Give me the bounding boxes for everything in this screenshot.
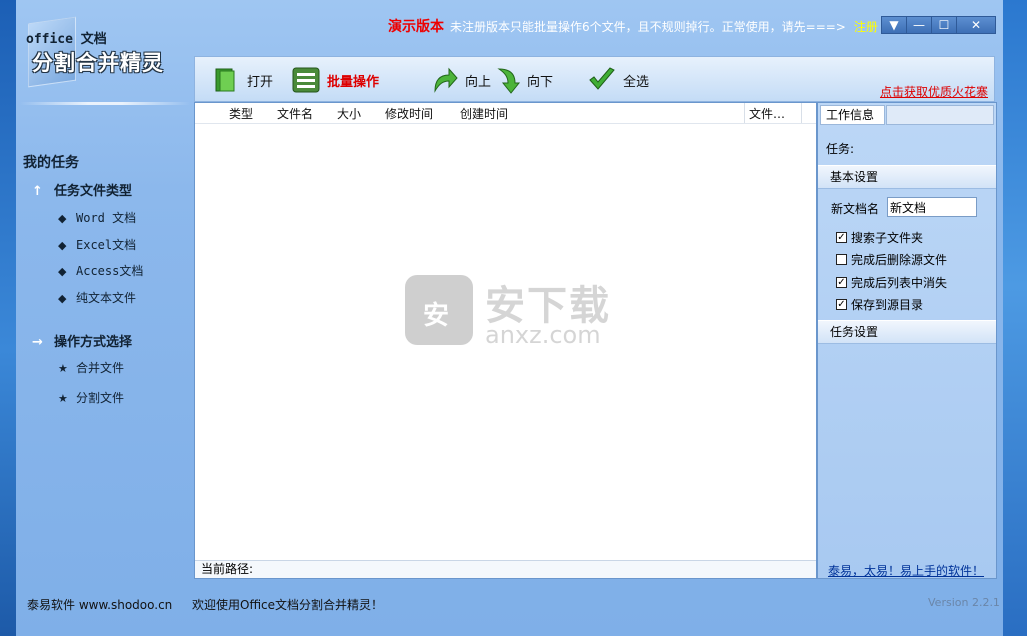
app-window: 演示版本 未注册版本只能批量操作6个文件，且不规则掉行。正常使用，请先===> 注册… [16, 0, 1003, 636]
sidebar-item-label: 分割文件 [76, 391, 125, 405]
sidebar-item-label: Word 文档 [76, 211, 137, 225]
status-bar: 泰易软件 www.shodoo.cn 欢迎使用Office文档分割合并精灵！ V… [16, 584, 1003, 636]
work-info-panel: 工作信息 任务: 基本设置 新文档名 ✓ 搜索子文件夹 完成后删除源文件 ✓ 完成后… [817, 102, 997, 579]
close-button[interactable]: ✕ [956, 16, 996, 34]
new-doc-name-label: 新文档名 [831, 202, 880, 216]
company-text: 泰易软件 www.shodoo.cn [27, 598, 173, 612]
diamond-icon: ◆ [58, 265, 67, 278]
checkbox-box[interactable]: ✓ [836, 277, 847, 288]
demo-message: 未注册版本只能批量操作6个文件，且不规则掉行。正常使用，请先===> [450, 20, 846, 34]
logo-divider [20, 102, 190, 105]
open-button[interactable]: 打开 [211, 65, 273, 95]
watermark: 安下载 anxz.com [405, 265, 635, 365]
checkbox-box[interactable]: ✓ [836, 299, 847, 310]
demo-notice: 演示版本 未注册版本只能批量操作6个文件，且不规则掉行。正常使用，请先===> 注册 [388, 16, 878, 36]
checkmark-icon [587, 65, 617, 95]
up-arrow-icon: ↑ [32, 184, 43, 199]
column-filename[interactable]: 文件名 [277, 105, 313, 122]
checkbox-label: 完成后删除源文件 [851, 253, 948, 267]
checkbox-delete-source[interactable]: 完成后删除源文件 [836, 251, 947, 268]
column-created[interactable]: 创建时间 [460, 105, 508, 122]
diamond-icon: ◆ [58, 212, 67, 225]
checkbox-label: 搜索子文件夹 [851, 231, 924, 245]
sidebar-item-word[interactable]: ◆ Word 文档 [58, 209, 136, 226]
minimize-button[interactable]: — [906, 16, 932, 34]
sidebar-group-label: 任务文件类型 [54, 184, 133, 199]
checkbox-search-subfolders[interactable]: ✓ 搜索子文件夹 [836, 229, 923, 246]
arrow-up-icon [429, 65, 459, 95]
desktop-background-right [1003, 0, 1027, 636]
app-logo: office 文档 分割合并精灵 [20, 16, 190, 106]
current-path-label: 当前路径: [201, 562, 254, 576]
menu-dropdown-button[interactable]: ▼ [881, 16, 907, 34]
column-file-extra[interactable]: 文件… [749, 105, 785, 122]
right-arrow-icon: → [32, 335, 43, 350]
checkbox-box[interactable]: ✓ [836, 232, 847, 243]
sidebar-item-text[interactable]: ◆ 纯文本文件 [58, 289, 136, 306]
shield-icon [405, 275, 473, 345]
logo-subtitle: office 文档 [26, 32, 107, 47]
column-modified[interactable]: 修改时间 [385, 105, 433, 122]
sidebar-item-label: Access文档 [76, 264, 144, 278]
select-all-button[interactable]: 全选 [587, 65, 649, 95]
watermark-domain: anxz.com [485, 321, 601, 349]
batch-operation-button[interactable]: 批量操作 [291, 65, 379, 95]
slogan-link[interactable]: 泰易，太易！易上手的软件！ [828, 562, 984, 579]
batch-operation-label: 批量操作 [327, 74, 380, 90]
window-controls: ▼ — ☐ ✕ [881, 16, 996, 34]
checkbox-save-to-source[interactable]: ✓ 保存到源目录 [836, 296, 923, 313]
sidebar-group-label: 操作方式选择 [54, 335, 133, 350]
star-icon: ★ [58, 362, 68, 375]
current-path-bar: 当前路径: [195, 560, 816, 578]
sidebar-item-split[interactable]: ★ 分割文件 [58, 389, 124, 406]
move-up-label: 向上 [465, 74, 492, 90]
move-down-label: 向下 [527, 74, 554, 90]
toolbar: 打开 批量操作 向上 向下 全选 点击获取优质火花寨 [194, 56, 995, 102]
tab-strip [886, 105, 994, 125]
sidebar-group-operation[interactable]: → 操作方式选择 [32, 331, 132, 350]
sidebar-item-label: 纯文本文件 [76, 291, 137, 305]
move-down-button[interactable]: 向下 [491, 65, 553, 95]
register-link[interactable]: 注册 [854, 20, 878, 34]
task-label: 任务: [826, 142, 855, 156]
welcome-text: 欢迎使用Office文档分割合并精灵！ [192, 598, 384, 612]
column-separator[interactable] [744, 103, 745, 123]
file-list-panel[interactable]: 类型 文件名 大小 修改时间 创建时间 文件… 安下载 anxz.com 当前路… [194, 102, 817, 579]
new-doc-name-input[interactable] [887, 197, 977, 217]
column-type[interactable]: 类型 [229, 105, 253, 122]
arrow-down-icon [491, 65, 521, 95]
sidebar-item-merge[interactable]: ★ 合并文件 [58, 359, 124, 376]
open-book-icon [211, 65, 241, 95]
diamond-icon: ◆ [58, 239, 67, 252]
column-size[interactable]: 大小 [337, 105, 361, 122]
sidebar-group-file-type[interactable]: ↑ 任务文件类型 [32, 180, 132, 199]
section-task-settings[interactable]: 任务设置 [818, 320, 996, 344]
open-label: 打开 [247, 74, 274, 90]
checkbox-remove-from-list[interactable]: ✓ 完成后列表中消失 [836, 274, 947, 291]
diamond-icon: ◆ [58, 292, 67, 305]
checkbox-box[interactable] [836, 254, 847, 265]
sidebar-heading: 我的任务 [23, 155, 79, 171]
demo-label: 演示版本 [388, 19, 444, 35]
desktop-background-left [0, 0, 16, 636]
sidebar-item-label: Excel文档 [76, 238, 137, 252]
column-separator[interactable] [801, 103, 802, 123]
checkbox-label: 保存到源目录 [851, 298, 924, 312]
tab-work-info[interactable]: 工作信息 [820, 105, 885, 125]
batch-list-icon [291, 65, 321, 95]
checkbox-label: 完成后列表中消失 [851, 276, 948, 290]
promo-link[interactable]: 点击获取优质火花寨 [880, 83, 988, 100]
file-list-header: 类型 文件名 大小 修改时间 创建时间 文件… [195, 103, 816, 124]
move-up-button[interactable]: 向上 [429, 65, 491, 95]
version-text: Version 2.2.1 [928, 596, 1000, 609]
sidebar-item-access[interactable]: ◆ Access文档 [58, 262, 143, 279]
sidebar-item-excel[interactable]: ◆ Excel文档 [58, 236, 136, 253]
section-basic-settings[interactable]: 基本设置 [818, 165, 996, 189]
maximize-button[interactable]: ☐ [931, 16, 957, 34]
select-all-label: 全选 [623, 74, 650, 90]
logo-title: 分割合并精灵 [32, 51, 164, 75]
star-icon: ★ [58, 392, 68, 405]
sidebar-item-label: 合并文件 [76, 361, 125, 375]
